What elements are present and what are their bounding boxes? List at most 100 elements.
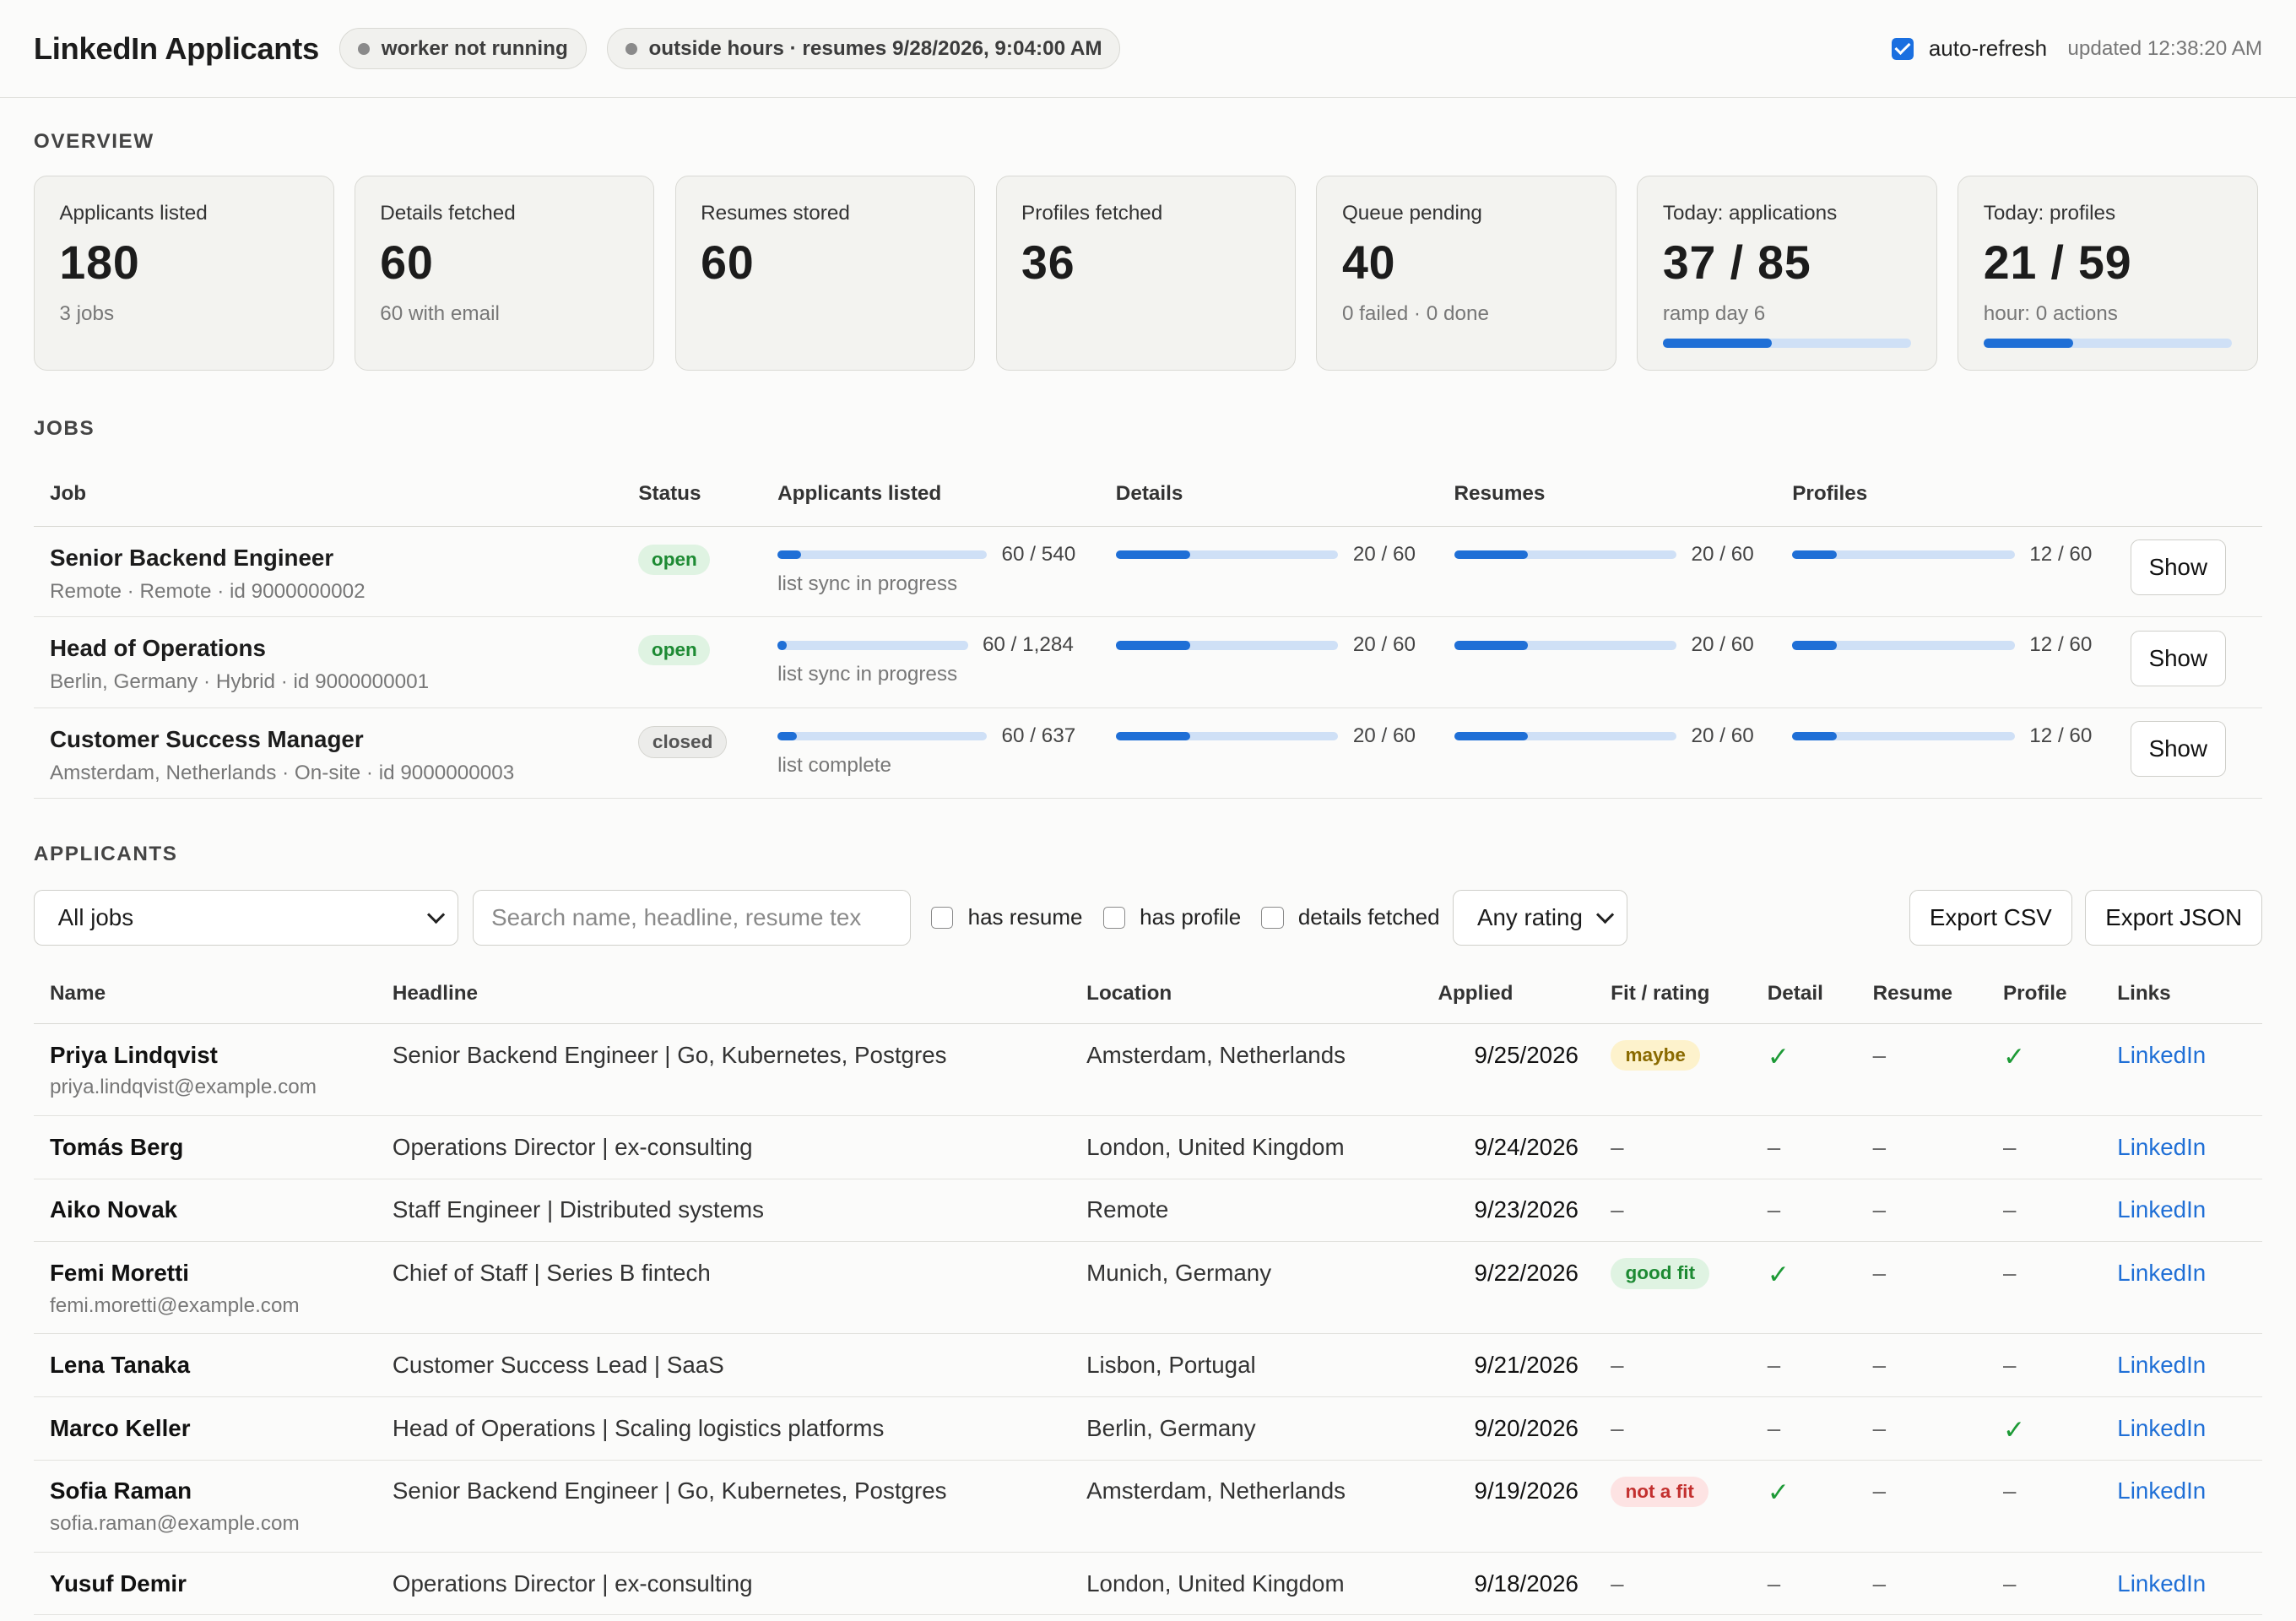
auto-refresh-toggle[interactable]: auto-refresh [1892, 35, 2047, 62]
progress-track [1115, 550, 1339, 559]
applicant-headline: Senior Backend Engineer | Go, Kubernetes… [392, 1477, 947, 1504]
stat-label: Today: profiles [1983, 201, 2116, 225]
applicant-location: London, United Kingdom [1086, 1569, 1345, 1597]
action-cell: Show [2130, 526, 2263, 618]
export-csv-button[interactable]: Export CSV [1909, 889, 2072, 946]
applied-cell: 9/24/2026 [1438, 1115, 1611, 1179]
has-resume-filter[interactable]: has resume [931, 904, 1083, 930]
applicant-headline: Customer Success Lead | SaaS [392, 1352, 724, 1379]
name-cell: Yusuf Demir [33, 1552, 393, 1616]
has-profile-label: has profile [1140, 904, 1242, 930]
empty-marker: – [2003, 1133, 2017, 1160]
stat-card: Profiles fetched 36 [995, 176, 1297, 371]
table-row: Yusuf Demir Operations Director | ex-cons… [33, 1552, 2263, 1616]
empty-marker: – [1767, 1196, 1781, 1223]
applied-cell: 9/18/2026 [1438, 1552, 1611, 1616]
linkedin-link[interactable]: LinkedIn [2117, 1415, 2262, 1442]
applicants-heading: APPLICANTS [33, 843, 178, 866]
col-location: Location [1086, 964, 1438, 1024]
stat-card: Resumes stored 60 [674, 176, 976, 371]
name-cell: Priya Lindqvist priya.lindqvist@example.c… [33, 1023, 393, 1116]
name-cell: Lena Tanaka [33, 1333, 393, 1397]
stat-subtext: 0 failed · 0 done [1341, 302, 1489, 326]
empty-marker: – [1611, 1196, 1624, 1223]
stat-card: Details fetched 60 60 with email [354, 176, 655, 371]
progress-count: 12 / 60 [2029, 633, 2093, 657]
applicant-name: Aiko Novak [49, 1196, 178, 1223]
progress-cell: 12 / 60 [1792, 616, 2131, 708]
col-profile: Profile [2003, 964, 2118, 1024]
col-headline: Headline [392, 964, 1087, 1024]
updated-timestamp: updated 12:38:20 AM [2067, 36, 2263, 60]
profile-cell: – [2003, 1552, 2118, 1616]
location-cell: Amsterdam, Netherlands [1086, 1023, 1438, 1116]
applicants-header-row: Name Headline Location Applied Fit / rat… [33, 964, 2263, 1024]
progress: 60 / 1,284 [777, 633, 1116, 657]
show-button[interactable]: Show [2130, 721, 2226, 778]
stat-value: 37 / 85 [1662, 236, 1811, 289]
status-cell: open [638, 526, 778, 618]
has-resume-checkbox[interactable] [931, 906, 954, 929]
col-links: Links [2117, 964, 2263, 1024]
show-button[interactable]: Show [2130, 539, 2226, 596]
job-filter-value: All jobs [57, 903, 134, 930]
applied-cell: 9/19/2026 [1438, 1460, 1611, 1553]
linkedin-link[interactable]: LinkedIn [2117, 1134, 2262, 1161]
applied-date: 9/20/2026 [1474, 1414, 1578, 1441]
links-cell: LinkedIn [2117, 1023, 2263, 1116]
linkedin-link[interactable]: LinkedIn [2117, 1196, 2262, 1223]
linkedin-link[interactable]: LinkedIn [2117, 1352, 2262, 1379]
name-cell: Sofia Raman sofia.raman@example.com [33, 1460, 393, 1553]
progress-fill [1115, 731, 1190, 741]
fit-badge: maybe [1611, 1039, 1701, 1071]
job-filter-select[interactable]: All jobs [33, 889, 458, 946]
search-input[interactable]: Search name, headline, resume tex [473, 889, 911, 946]
table-row: Aiko Novak Staff Engineer | Distributed s… [33, 1179, 2263, 1243]
job-cell: Customer Success Manager Amsterdam, Nethe… [33, 707, 639, 800]
linkedin-link[interactable]: LinkedIn [2117, 1260, 2262, 1287]
stat-label: Details fetched [380, 201, 516, 225]
progress-fill [1792, 731, 1837, 741]
progress-cell: 12 / 60 [1792, 707, 2131, 800]
empty-marker: – [1872, 1133, 1887, 1160]
empty-marker: – [1611, 1414, 1624, 1441]
check-icon: ✓ [1767, 1259, 1790, 1289]
linkedin-link[interactable]: LinkedIn [2117, 1042, 2262, 1069]
name-cell: Femi Moretti femi.moretti@example.com [33, 1241, 393, 1335]
stat-progress-bar [1662, 339, 1912, 348]
auto-refresh-checkbox[interactable] [1892, 37, 1914, 60]
linkedin-link[interactable]: LinkedIn [2117, 1477, 2262, 1504]
search-placeholder: Search name, headline, resume tex [491, 903, 862, 930]
table-row: Sofia Raman sofia.raman@example.com Senior… [33, 1460, 2263, 1553]
linkedin-link[interactable]: LinkedIn [2117, 1570, 2262, 1597]
empty-marker: – [1611, 1133, 1624, 1160]
applicant-headline: Chief of Staff | Series B fintech [392, 1259, 711, 1286]
export-json-button[interactable]: Export JSON [2085, 889, 2263, 946]
empty-marker: – [2003, 1196, 2017, 1223]
empty-marker: – [2003, 1569, 2017, 1597]
jobs-heading: JOBS [33, 417, 95, 441]
show-button[interactable]: Show [2130, 630, 2226, 686]
progress-cell: 20 / 60 [1115, 707, 1454, 800]
resume-cell: – [1872, 1460, 2003, 1553]
empty-marker: – [1872, 1041, 1887, 1068]
links-cell: LinkedIn [2117, 1460, 2263, 1553]
action-cell: Show [2130, 707, 2263, 800]
table-row: Tomás Berg Operations Director | ex-consu… [33, 1115, 2263, 1179]
headline-cell: Staff Engineer | Distributed systems [392, 1179, 1087, 1243]
has-profile-checkbox[interactable] [1102, 906, 1125, 929]
progress-cell: 20 / 60 [1454, 707, 1793, 800]
fit-cell: not a fit [1611, 1460, 1768, 1553]
applicant-location: Munich, Germany [1086, 1259, 1272, 1286]
has-profile-filter[interactable]: has profile [1102, 904, 1242, 930]
stat-subtext: hour: 0 actions [1983, 302, 2118, 326]
detail-cell: – [1767, 1552, 1873, 1616]
progress-track [1792, 641, 2015, 650]
progress-count: 12 / 60 [2029, 542, 2093, 566]
applicant-name: Femi Moretti [49, 1259, 189, 1286]
details-fetched-checkbox[interactable] [1261, 906, 1284, 929]
rating-filter-select[interactable]: Any rating [1453, 889, 1627, 946]
progress-cell: 60 / 540 list sync in progress [777, 526, 1116, 618]
action-cell: Show [2130, 616, 2263, 708]
details-fetched-filter[interactable]: details fetched [1261, 904, 1440, 930]
